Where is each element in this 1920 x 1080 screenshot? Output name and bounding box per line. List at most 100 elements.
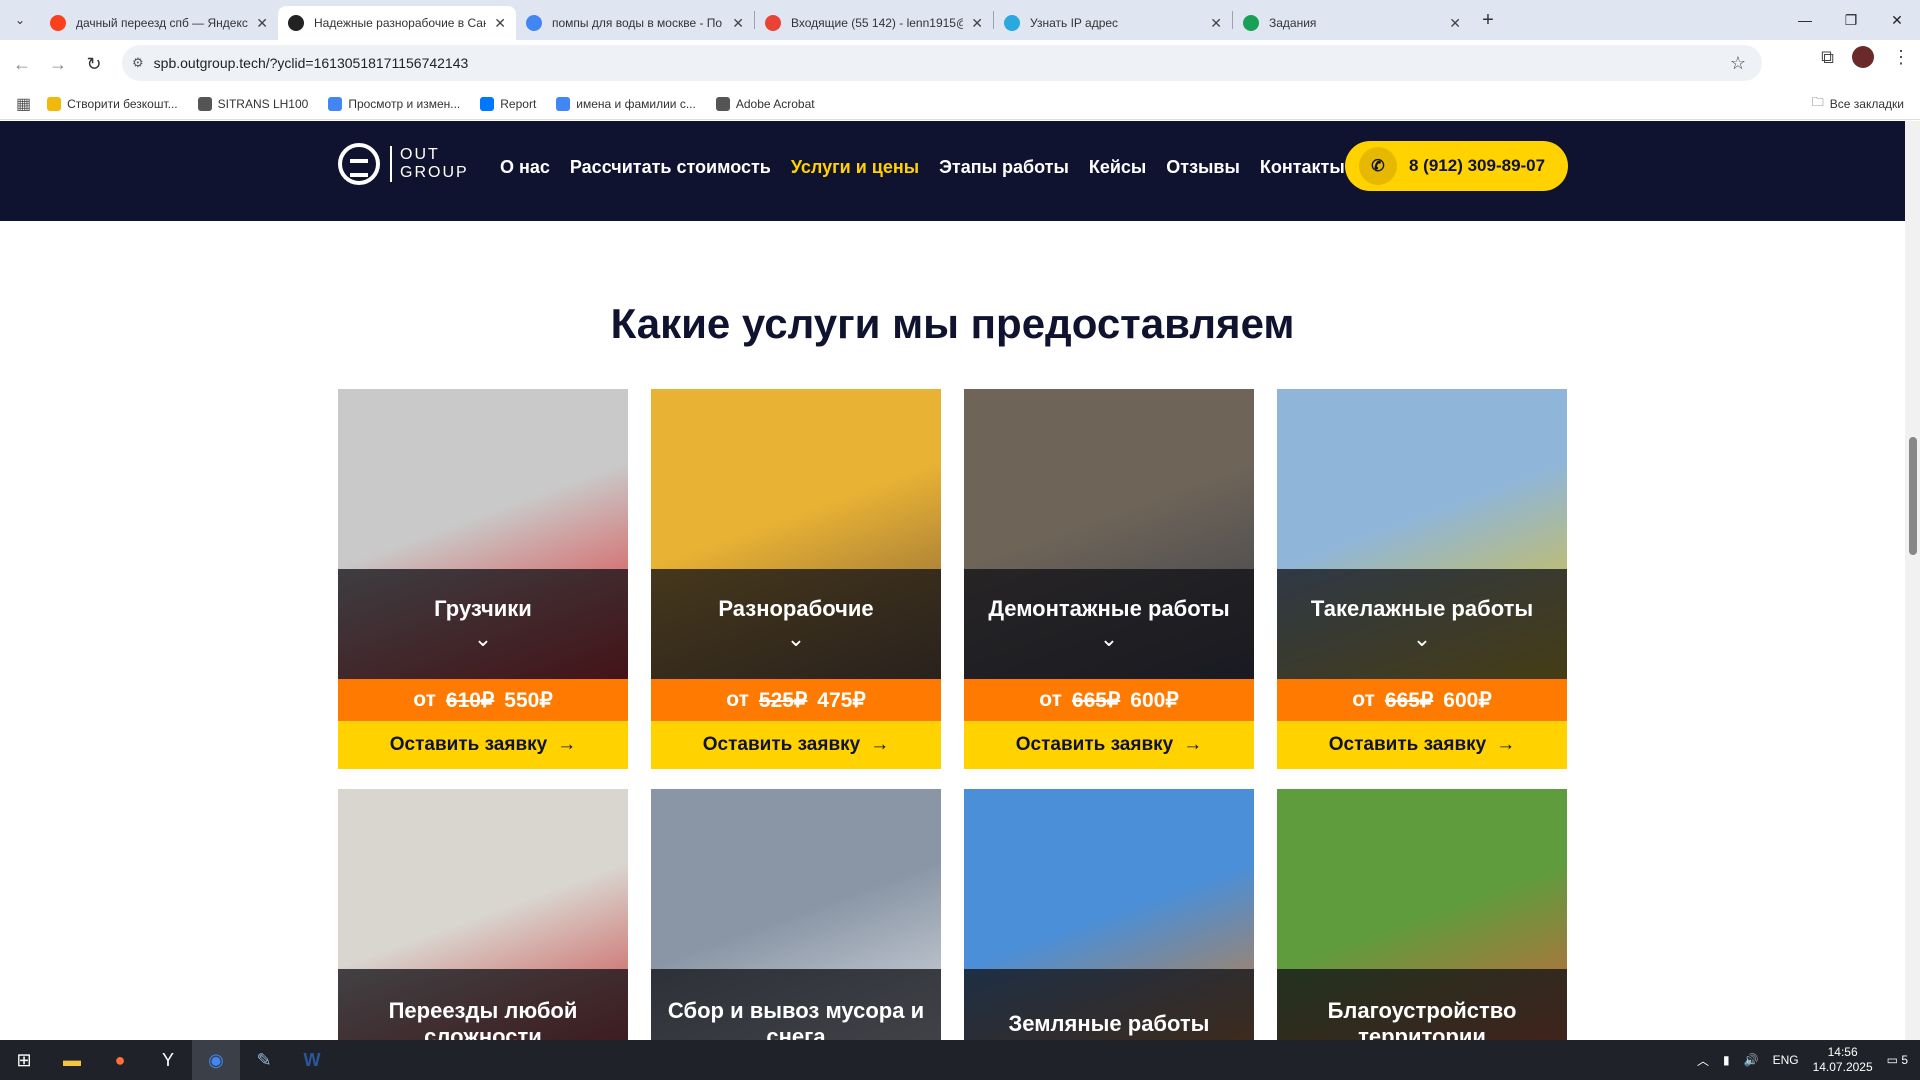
folder-icon: 🗀	[1811, 95, 1824, 109]
chevron-down-icon[interactable]: ⌄	[1100, 626, 1118, 652]
restore-icon[interactable]: ❐	[1828, 0, 1874, 40]
address-bar[interactable]: ⚙ spb.outgroup.tech/?yclid=1613051817115…	[122, 45, 1762, 81]
service-card[interactable]: Благоустройство территории	[1277, 789, 1567, 1040]
firefox-icon[interactable]: ●	[96, 1040, 144, 1080]
scrollbar-thumb[interactable]	[1909, 437, 1917, 555]
service-name: Разнорабочие	[718, 596, 874, 621]
browser-tab[interactable]: дачный переезд спб — Яндекс ✕	[40, 6, 278, 40]
tab-search-icon[interactable]: ⌄	[0, 0, 40, 40]
profile-avatar[interactable]	[1852, 46, 1874, 68]
nav-link[interactable]: О нас	[500, 157, 550, 178]
clock-time: 14:56	[1827, 1045, 1858, 1059]
close-window-icon[interactable]: ✕	[1874, 0, 1920, 40]
nav-link[interactable]: Этапы работы	[939, 157, 1069, 178]
tray-expand-icon[interactable]: ︿	[1697, 1052, 1709, 1069]
url-text[interactable]: spb.outgroup.tech/?yclid=161305181711567…	[154, 55, 469, 71]
tab-title: Задания	[1269, 16, 1317, 30]
close-tab-icon[interactable]: ✕	[256, 15, 268, 32]
bookmark-star-icon[interactable]: ☆	[1730, 53, 1746, 74]
logo-line-2: GROUP	[400, 164, 469, 181]
chrome-icon[interactable]: ◉	[192, 1040, 240, 1080]
order-button[interactable]: Оставить заявку →	[1277, 721, 1567, 769]
start-icon[interactable]: ⊞	[0, 1040, 48, 1080]
service-card[interactable]: Такелажные работы ⌄ от 665₽ 600₽ Оставить зая…	[1277, 389, 1567, 769]
volume-icon[interactable]: 🔊	[1744, 1053, 1759, 1067]
service-card[interactable]: Сбор и вывоз мусора и снега	[651, 789, 941, 1040]
reload-icon[interactable]: ↻	[76, 46, 112, 82]
order-button[interactable]: Оставить заявку →	[651, 721, 941, 769]
old-price: 610₽	[445, 688, 495, 712]
bookmark-label: Report	[500, 96, 537, 111]
service-card[interactable]: Разнорабочие ⌄ от 525₽ 475₽ Оставить заявку →	[651, 389, 941, 769]
all-bookmarks[interactable]: 🗀 Все закладки	[1812, 93, 1904, 114]
arrow-right-icon: →	[870, 734, 890, 755]
clock[interactable]: 14:56 14.07.2025	[1813, 1045, 1873, 1075]
menu-dots-icon[interactable]: ⋮	[1892, 47, 1910, 68]
forward-icon[interactable]: →	[40, 46, 76, 82]
service-card[interactable]: Переезды любой сложности	[338, 789, 628, 1040]
new-price: 475₽	[817, 688, 866, 712]
language-indicator[interactable]: ENG	[1773, 1053, 1799, 1067]
browser-tab[interactable]: помпы для воды в москве - По ✕	[516, 6, 754, 40]
bookmark-item[interactable]: Просмотр и измен...	[328, 96, 460, 111]
bookmark-label: имена и фамилии с...	[576, 96, 696, 111]
service-card[interactable]: Демонтажные работы ⌄ от 665₽ 600₽ Оставить за…	[964, 389, 1254, 769]
close-tab-icon[interactable]: ✕	[494, 15, 506, 32]
service-title-band: Грузчики ⌄	[338, 569, 628, 679]
bookmark-item[interactable]: имена и фамилии с...	[556, 96, 696, 111]
close-tab-icon[interactable]: ✕	[1449, 15, 1461, 32]
file-explorer-icon[interactable]: ▬	[48, 1040, 96, 1080]
service-card[interactable]: Земляные работы	[964, 789, 1254, 1040]
site-info-icon[interactable]: ⚙	[132, 55, 144, 71]
nav-link[interactable]: Рассчитать стоимость	[570, 157, 771, 178]
close-tab-icon[interactable]: ✕	[971, 15, 983, 32]
new-tab-button[interactable]: +	[1471, 9, 1505, 32]
browser-tab[interactable]: Узнать IP адрес ✕	[994, 6, 1232, 40]
service-card[interactable]: Грузчики ⌄ от 610₽ 550₽ Оставить заявку →	[338, 389, 628, 769]
back-icon[interactable]: ←	[4, 46, 40, 82]
yandex-browser-icon[interactable]: Y	[144, 1040, 192, 1080]
order-button[interactable]: Оставить заявку →	[338, 721, 628, 769]
apps-grid-icon[interactable]: ▦	[16, 94, 31, 114]
order-button-label: Оставить заявку	[389, 734, 548, 755]
chevron-down-icon[interactable]: ⌄	[787, 626, 805, 652]
logo-text: OUT GROUP	[390, 146, 469, 182]
browser-tab[interactable]: Надежные разнорабочие в Санкт ✕	[278, 6, 516, 40]
price-prefix: от	[1352, 688, 1375, 711]
order-button[interactable]: Оставить заявку →	[964, 721, 1254, 769]
service-title-band: Переезды любой сложности	[338, 969, 628, 1040]
bookmark-label: SITRANS LH100	[217, 96, 309, 111]
bookmark-item[interactable]: Adobe Acrobat	[715, 96, 815, 111]
word-icon[interactable]: W	[288, 1040, 336, 1080]
minimize-icon[interactable]: —	[1782, 0, 1828, 40]
arrow-right-icon: →	[1496, 734, 1516, 755]
yandex-icon	[50, 15, 66, 31]
nav-link[interactable]: Услуги и цены	[791, 157, 919, 178]
browser-tab[interactable]: Задания ✕	[1233, 6, 1471, 40]
notifications-icon[interactable]: ▭ 5	[1887, 1053, 1908, 1067]
app-icon[interactable]: ✎	[240, 1040, 288, 1080]
bookmark-item[interactable]: Report	[480, 96, 537, 111]
globe-icon	[197, 96, 212, 111]
chevron-down-icon[interactable]: ⌄	[474, 626, 492, 652]
site-logo[interactable]: OUT GROUP	[338, 143, 469, 185]
outgroup-logo-icon	[338, 143, 380, 185]
browser-tab[interactable]: Входящие (55 142) - lenn1915@ ✕	[755, 6, 993, 40]
close-tab-icon[interactable]: ✕	[732, 15, 744, 32]
window-controls: — ❐ ✕	[1782, 0, 1920, 40]
old-price: 665₽	[1071, 688, 1121, 712]
extensions-icon[interactable]: ⧉	[1821, 47, 1834, 68]
bookmark-label: Створити безкошт...	[67, 96, 178, 111]
chevron-down-icon[interactable]: ⌄	[1413, 626, 1431, 652]
phone-button[interactable]: ✆ 8 (912) 309-89-07	[1345, 141, 1568, 191]
service-name: Благоустройство территории	[1327, 998, 1517, 1040]
bookmark-item[interactable]: SITRANS LH100	[197, 96, 309, 111]
nav-link[interactable]: Контакты	[1260, 157, 1345, 178]
nav-link[interactable]: Отзывы	[1166, 157, 1240, 178]
network-icon[interactable]: ▮	[1723, 1053, 1730, 1067]
page-scrollbar[interactable]	[1905, 121, 1920, 1040]
bookmark-item[interactable]: Створити безкошт...	[47, 96, 178, 111]
google-icon	[526, 15, 542, 31]
nav-link[interactable]: Кейсы	[1089, 157, 1146, 178]
close-tab-icon[interactable]: ✕	[1210, 15, 1222, 32]
